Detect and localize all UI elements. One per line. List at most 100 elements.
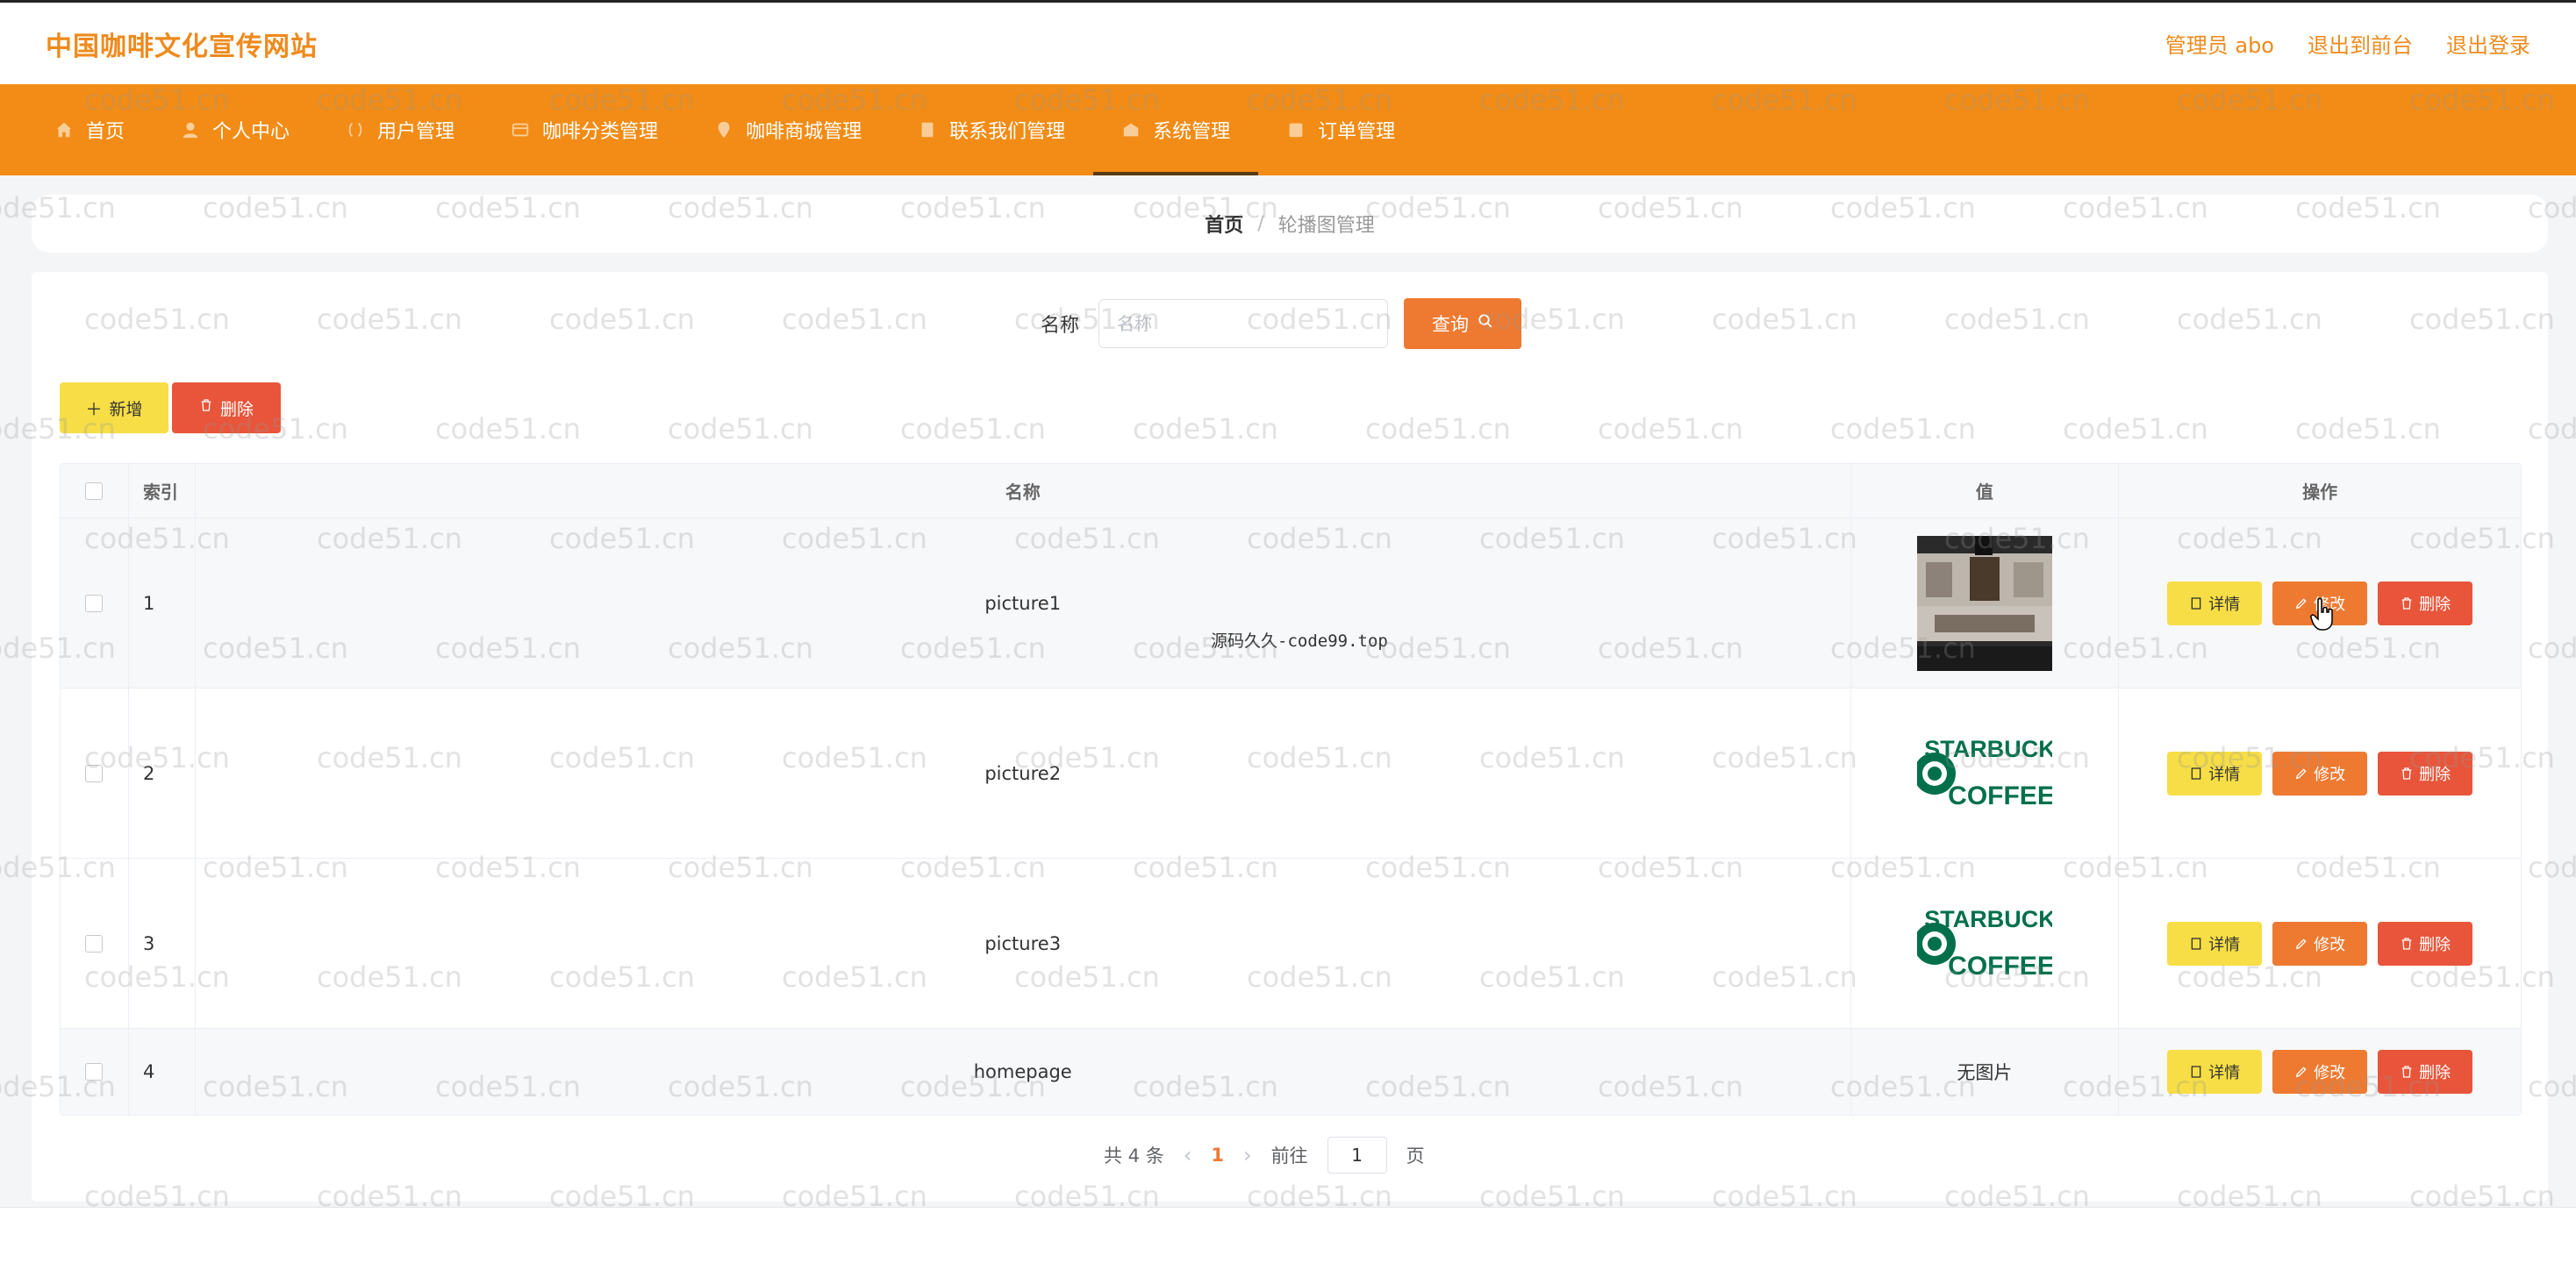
edit-button[interactable]: 修改: [2272, 751, 2368, 796]
home-icon: [54, 120, 74, 139]
nav-label: 联系我们管理: [949, 121, 1066, 143]
search-input[interactable]: [1098, 299, 1389, 348]
nav-item-home[interactable]: 首页: [26, 84, 153, 175]
contact-icon: [918, 120, 937, 139]
logout-link[interactable]: 退出登录: [2446, 28, 2530, 59]
goto-prefix: 前往: [1270, 1145, 1308, 1167]
detail-button[interactable]: 详情: [2167, 921, 2263, 966]
edit-button[interactable]: 修改: [2272, 921, 2368, 966]
next-page-icon[interactable]: ›: [1243, 1143, 1252, 1167]
hand-cursor-icon: [2310, 597, 2333, 631]
table-row: 4 homepage 无图片 详情 修改 删除: [61, 1029, 2521, 1115]
main-content: 名称 查询 ＋ 新增 删除 索引 名称 值 操作: [32, 272, 2548, 1202]
document-icon: [2189, 596, 2203, 610]
row-index: 4: [129, 1029, 196, 1115]
delete-button[interactable]: 删除: [2378, 1050, 2473, 1094]
nav-label: 咖啡商城管理: [746, 121, 862, 143]
nav-label: 首页: [86, 121, 125, 143]
search-label: 名称: [1041, 315, 1080, 337]
nav-item-coffee-shop[interactable]: 咖啡商城管理: [686, 84, 890, 175]
batch-delete-label: 删除: [219, 400, 254, 419]
row-index: 2: [129, 689, 196, 858]
detail-button[interactable]: 详情: [2167, 581, 2263, 625]
detail-label: 详情: [2208, 765, 2241, 783]
row-checkbox[interactable]: [85, 594, 104, 612]
nav-item-users[interactable]: 用户管理: [318, 84, 483, 175]
svg-text:STARBUCKS: STARBUCKS: [1924, 906, 2052, 932]
breadcrumb-home[interactable]: 首页: [1205, 210, 1243, 238]
add-button-label: 新增: [109, 400, 143, 419]
trash-icon: [2400, 596, 2414, 610]
exit-to-front-link[interactable]: 退出到前台: [2308, 28, 2413, 59]
edit-label: 修改: [2314, 935, 2346, 953]
table-row: 2 picture2 STARBUCKS COFFEE 详情: [61, 689, 2521, 859]
nav-label: 咖啡分类管理: [542, 121, 659, 143]
edit-label: 修改: [2314, 765, 2346, 783]
detail-label: 详情: [2208, 1064, 2241, 1081]
nav-item-coffee-category[interactable]: 咖啡分类管理: [483, 84, 686, 175]
pencil-icon: [2294, 767, 2308, 781]
header-value: 值: [1851, 464, 2120, 517]
search-button[interactable]: 查询: [1404, 298, 1522, 349]
top-links: 管理员 abo 退出到前台 退出登录: [2132, 28, 2530, 59]
top-header: 中国咖啡文化宣传网站 管理员 abo 退出到前台 退出登录: [0, 0, 2576, 84]
action-buttons: ＋ 新增 删除: [60, 382, 281, 433]
nav-item-system[interactable]: 系统管理: [1093, 84, 1259, 175]
coffee-shop-thumbnail[interactable]: [1916, 535, 2052, 671]
bottom-strip: [0, 1207, 2576, 1263]
row-name: homepage: [196, 1029, 1851, 1115]
row-checkbox[interactable]: [85, 934, 104, 953]
row-index: 1: [129, 518, 196, 688]
breadcrumb: 首页 / 轮播图管理: [32, 195, 2548, 253]
detail-button[interactable]: 详情: [2167, 751, 2263, 796]
header-ops: 操作: [2302, 482, 2338, 503]
trash-icon: [2400, 767, 2414, 781]
user-icon: [181, 120, 200, 139]
page-number[interactable]: 1: [1211, 1145, 1224, 1166]
document-icon: [2189, 767, 2203, 781]
delete-button[interactable]: 删除: [2378, 921, 2473, 966]
row-name: picture1: [196, 518, 1851, 688]
document-icon: [2189, 937, 2203, 951]
nav-label: 订单管理: [1318, 121, 1396, 143]
svg-text:COFFEE: COFFEE: [1948, 781, 2052, 810]
edit-label: 修改: [2314, 1064, 2346, 1081]
pencil-icon: [2294, 1065, 2308, 1079]
batch-delete-button[interactable]: 删除: [172, 382, 281, 433]
row-name: picture2: [196, 689, 1851, 858]
row-value-text: 无图片: [1851, 1029, 2120, 1115]
goto-page-input[interactable]: [1327, 1137, 1387, 1174]
row-checkbox[interactable]: [85, 1063, 104, 1081]
edit-button[interactable]: 修改: [2272, 1050, 2368, 1094]
detail-button[interactable]: 详情: [2167, 1050, 2263, 1094]
svg-text:STARBUCKS: STARBUCKS: [1924, 736, 2052, 762]
system-icon: [1121, 120, 1141, 139]
admin-user-label[interactable]: 管理员 abo: [2165, 28, 2274, 59]
select-all-checkbox[interactable]: [85, 482, 104, 500]
nav-item-contact[interactable]: 联系我们管理: [890, 84, 1093, 175]
svg-text:COFFEE: COFFEE: [1948, 952, 2052, 981]
order-icon: [1286, 120, 1306, 139]
nav-item-profile[interactable]: 个人中心: [153, 84, 318, 175]
prev-page-icon[interactable]: ‹: [1184, 1143, 1192, 1167]
trash-icon: [2400, 1065, 2414, 1079]
delete-button[interactable]: 删除: [2378, 581, 2473, 625]
pencil-icon: [2294, 937, 2308, 951]
search-bar: 名称 查询: [1041, 298, 1522, 349]
add-button[interactable]: ＋ 新增: [60, 382, 168, 433]
starbucks-logo-thumbnail[interactable]: STARBUCKS COFFEE: [1916, 705, 2052, 841]
nav-label: 系统管理: [1153, 121, 1231, 143]
nav-item-orders[interactable]: 订单管理: [1258, 84, 1423, 175]
breadcrumb-current: 轮播图管理: [1277, 215, 1375, 237]
header-index: 索引: [129, 464, 196, 517]
table-header: 索引 名称 值 操作: [61, 464, 2521, 518]
delete-button[interactable]: 删除: [2378, 751, 2473, 796]
table-row: 3 picture3 STARBUCKS COFFEE 详情: [61, 859, 2521, 1029]
pagination: 共 4 条 ‹ 1 › 前往 页: [1104, 1137, 1425, 1174]
carousel-table: 索引 名称 值 操作 1 picture1 详情 修改 删除 2 picture…: [60, 463, 2522, 1116]
row-checkbox[interactable]: [85, 764, 104, 782]
starbucks-logo-thumbnail[interactable]: STARBUCKS COFFEE: [1916, 875, 2052, 1011]
nav-label: 个人中心: [212, 121, 290, 143]
total-count: 共 4 条: [1104, 1145, 1164, 1167]
search-icon: [1478, 313, 1493, 334]
